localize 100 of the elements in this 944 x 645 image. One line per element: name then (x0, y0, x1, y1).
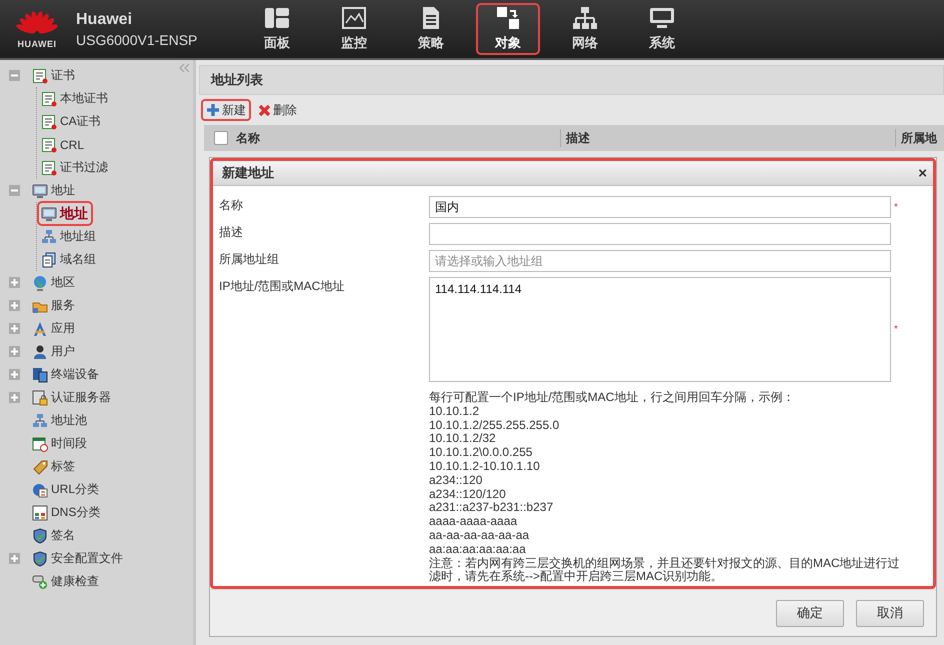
monitor-icon (649, 6, 675, 30)
field-label: IP地址/范围或MAC地址 (219, 278, 346, 295)
expand-toggle-icon[interactable] (9, 369, 20, 380)
nav-tab[interactable]: 监控 (322, 3, 386, 55)
tree-item[interactable]: 地址池 (28, 408, 92, 433)
certificate-icon (41, 136, 57, 152)
globe-grid-icon (32, 482, 48, 498)
delete-button[interactable]: 删除 (253, 99, 302, 121)
input-field[interactable]: 114.114.114.114 (429, 277, 891, 382)
checkbox[interactable] (214, 131, 228, 145)
help-text: aa:aa:aa:aa:aa:aa (429, 542, 527, 557)
column-header: 描述 (560, 129, 895, 147)
help-text: 10.10.1.2/255.255.255.0 (429, 418, 560, 432)
monitor-icon (32, 182, 48, 198)
tree-item[interactable]: 地址组 (37, 224, 101, 249)
tree-item[interactable]: URL分类 (28, 477, 104, 502)
close-button[interactable]: × (916, 164, 929, 182)
tree-item[interactable]: 认证服务器 (28, 385, 116, 410)
expand-toggle-icon[interactable] (9, 346, 20, 357)
brand-text: HUAWEI (18, 39, 56, 49)
column-header: 名称 (236, 130, 261, 147)
dialog-title: 新建地址 (222, 164, 274, 182)
nav-tab[interactable]: 面板 (245, 3, 309, 55)
tree-item[interactable]: 证书过滤 (37, 155, 113, 180)
shield-icon (32, 550, 48, 566)
ok-button[interactable]: 确定 (776, 600, 844, 626)
tree-item[interactable]: 地址 (28, 178, 80, 203)
nav-tab[interactable]: 策略 (399, 3, 463, 55)
certificate-icon (41, 160, 57, 176)
calendar-icon (32, 436, 48, 452)
help-text: a234::120 (429, 474, 484, 488)
panel-title: 地址列表 (199, 65, 944, 95)
link-plus-icon (32, 574, 48, 590)
help-text: a234::120/120 (429, 488, 507, 502)
tree-item[interactable]: 服务 (28, 293, 80, 318)
help-text: aaaa-aaaa-aaaa (429, 515, 518, 529)
help-text: 10.10.1.2 (429, 404, 480, 419)
monitor-icon (41, 206, 57, 222)
documents-icon (41, 252, 57, 268)
person-icon (32, 344, 48, 360)
tree-item[interactable]: 域名组 (37, 247, 101, 272)
compass-icon (32, 320, 48, 336)
tree-item[interactable]: 签名 (28, 523, 80, 548)
help-text: 10.10.1.2\0.0.0.255 (429, 446, 534, 460)
certificate-icon (41, 90, 57, 106)
device-name: USG6000V1-ENSP (76, 32, 198, 48)
collapse-toggle-icon[interactable] (9, 70, 20, 81)
nav-tab[interactable]: 网络 (553, 3, 617, 55)
add-button[interactable]: 新建 (201, 99, 251, 121)
network-icon (572, 6, 598, 30)
tag-icon (32, 458, 48, 474)
network-icon (41, 228, 57, 244)
tree-item[interactable]: DNS分类 (28, 500, 106, 525)
expand-toggle-icon[interactable] (9, 300, 20, 311)
cancel-button[interactable]: 取消 (856, 600, 924, 626)
collapse-toggle-icon[interactable] (9, 185, 20, 196)
collapse-icon (178, 63, 190, 73)
tree-item[interactable]: 安全配置文件 (28, 546, 128, 571)
tree-item[interactable]: 地址 (37, 201, 93, 226)
tree-item[interactable]: 证书 (28, 63, 80, 88)
nav-tab[interactable]: 系统 (630, 3, 694, 55)
tree-item[interactable]: 地区 (28, 270, 80, 295)
tree-item[interactable]: 用户 (28, 339, 80, 364)
lock-icon (32, 390, 48, 406)
input-field[interactable] (429, 223, 891, 245)
tree-item[interactable]: 健康检查 (28, 569, 104, 594)
required-mark: * (893, 324, 899, 335)
expand-toggle-icon[interactable] (9, 392, 20, 403)
grid-icon (32, 504, 48, 520)
nav-tab[interactable]: 对象 (476, 3, 540, 55)
tree-item[interactable]: 终端设备 (28, 362, 104, 387)
help-text: 10.10.1.2-10.10.1.10 (429, 460, 541, 474)
tree-item[interactable]: 应用 (28, 316, 80, 341)
help-text: aa-aa-aa-aa-aa-aa (429, 528, 530, 543)
input-field[interactable]: 请选择或输入地址组 (429, 250, 891, 272)
tree-item[interactable]: CA证书 (37, 109, 106, 134)
field-label: 名称 (219, 197, 244, 214)
expand-toggle-icon[interactable] (9, 323, 20, 334)
help-text: a231::a237-b231::b237 (429, 501, 554, 516)
devices-icon (32, 366, 48, 382)
tree-item[interactable]: 本地证书 (37, 86, 113, 111)
column-header: 所属地 (895, 129, 937, 147)
objects-icon (495, 6, 521, 30)
help-text: 每行可配置一个IP地址/范围或MAC地址，行之间用回车分隔，示例： (429, 391, 796, 405)
chart-icon (341, 6, 367, 30)
shield-icon (32, 528, 48, 544)
network-icon (32, 412, 48, 428)
required-mark: * (893, 202, 899, 212)
help-text: 注意：若内网有跨三层交换机的组网场景，并且还要针对报文的源、目的MAC地址进行过滤时，请先在系统-->配置中开启跨三层MAC识别功能。 (429, 556, 901, 584)
tree-item[interactable]: 时间段 (28, 431, 92, 456)
input-field[interactable]: 国内 (429, 196, 891, 218)
field-label: 描述 (219, 224, 244, 241)
certificate-icon (32, 68, 48, 84)
expand-toggle-icon[interactable] (9, 553, 20, 564)
tree-item[interactable]: CRL (37, 132, 90, 157)
plus-icon (206, 103, 220, 117)
expand-toggle-icon[interactable] (9, 277, 20, 288)
product-title: Huawei (76, 10, 134, 28)
tree-item[interactable]: 标签 (28, 454, 80, 479)
help-text: 10.10.1.2/32 (429, 432, 497, 446)
